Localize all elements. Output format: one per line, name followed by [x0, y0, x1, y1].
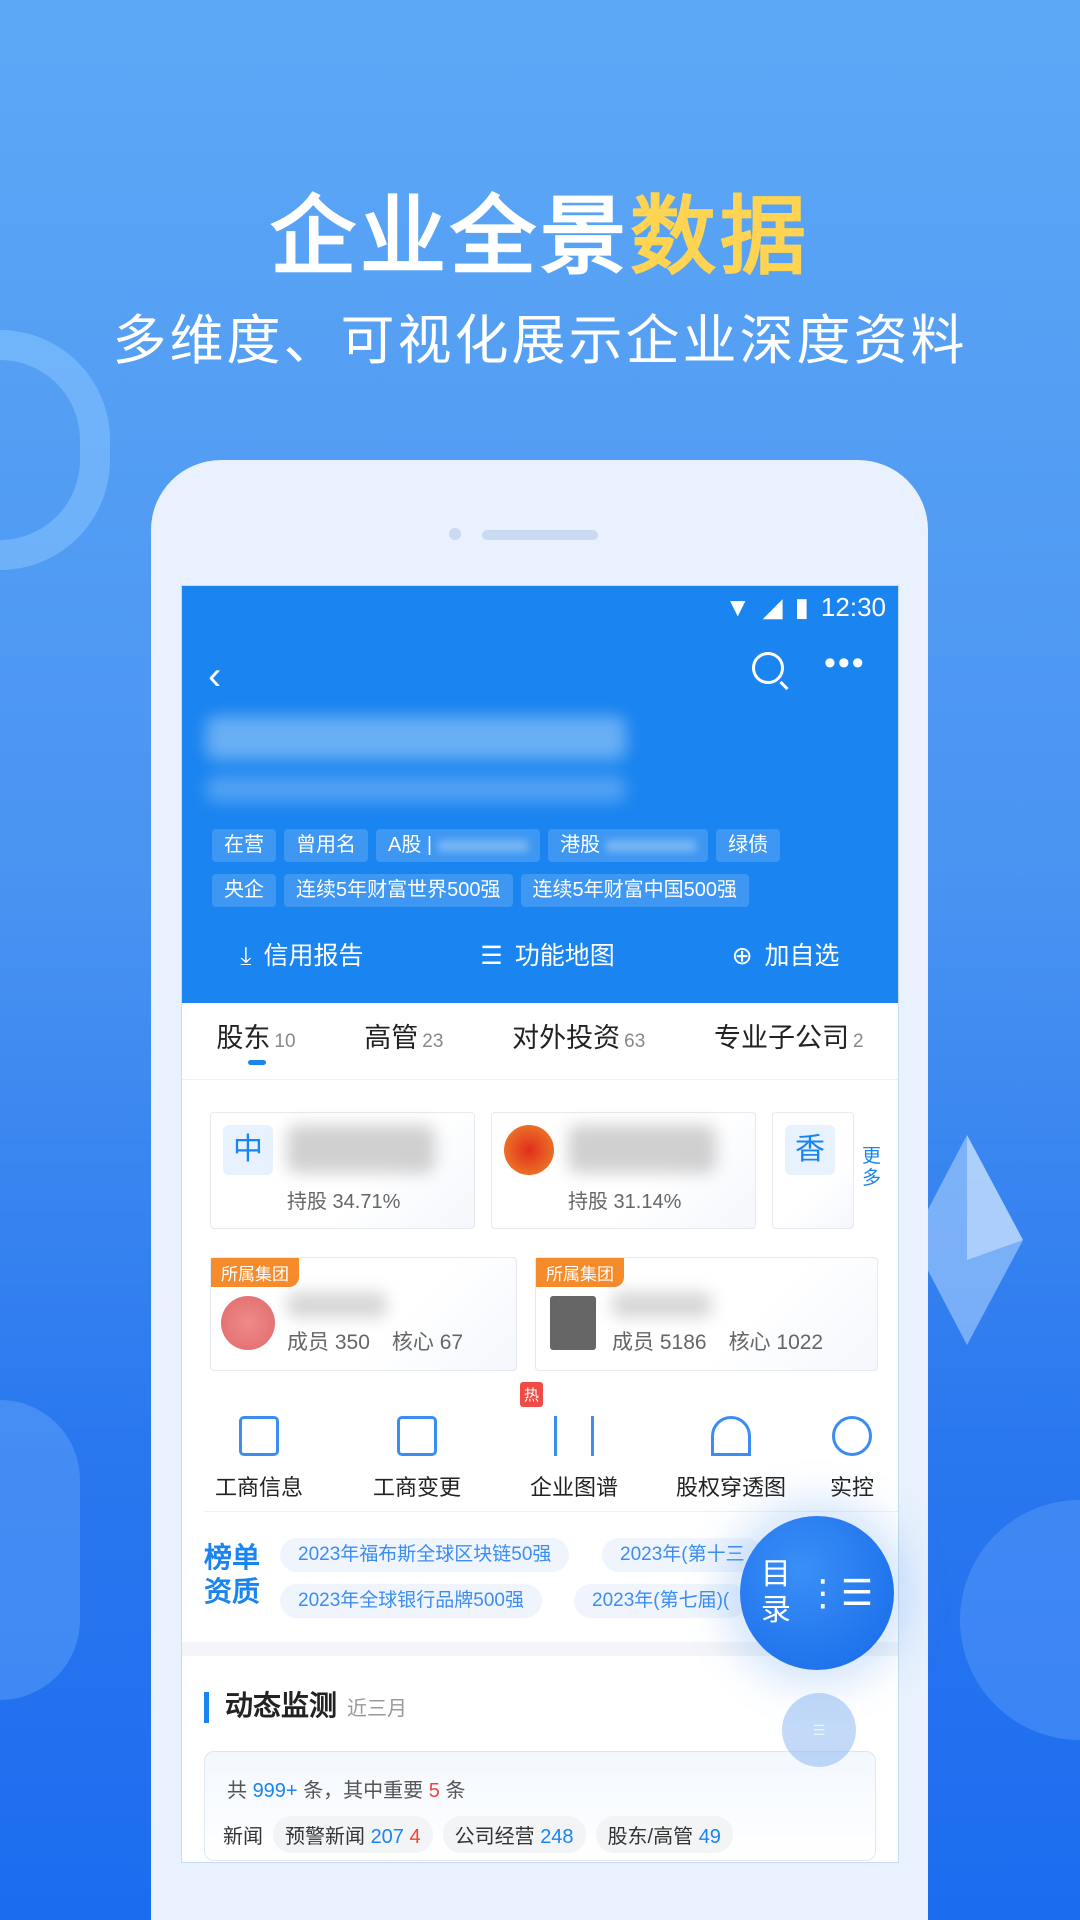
phone-camera [449, 528, 461, 540]
share-percent: 持股 31.14% [568, 1191, 682, 1213]
function-controller[interactable]: 实控 [808, 1416, 896, 1502]
rankings-title: 榜单资质 [204, 1542, 261, 1607]
news-shareholder-pill[interactable]: 股东/高管 49 [595, 1816, 733, 1853]
shareholder-logo: 中 [223, 1125, 273, 1175]
wifi-icon: ▼ [724, 592, 751, 622]
back-button[interactable]: ‹ [208, 654, 221, 699]
active-tab-indicator [248, 1060, 266, 1065]
divider [182, 1079, 898, 1080]
phone-speaker [482, 530, 598, 540]
tag-row: 在营 曾用名 A股 | 港股 绿债 [212, 829, 882, 862]
group-logo [550, 1296, 596, 1350]
tag-fortune-global[interactable]: 连续5年财富世界500强 [284, 874, 513, 907]
group-card[interactable]: 所属集团 成员 350 核心 67 [210, 1257, 517, 1371]
news-label: 新闻 [223, 1826, 263, 1848]
business-change-icon [397, 1416, 437, 1456]
catalog-fab-ghost: ☰ [782, 1693, 856, 1767]
hero-title: 企业全景数据 [270, 189, 810, 285]
divider [204, 1511, 898, 1512]
shareholder-card[interactable]: 持股 31.14% [491, 1112, 756, 1229]
shareholder-logo: 香 [785, 1125, 835, 1175]
tag-green-bond[interactable]: 绿债 [716, 829, 781, 862]
tag-hk-share[interactable]: 港股 [548, 829, 709, 862]
catalog-label: 目录 [760, 1558, 791, 1627]
app-screen: ▼ ◢ ▮ 12:30 ‹ ••• 在营 曾用名 A股 | 港股 绿债 央企 连… [181, 585, 899, 1863]
group-name-blurred [612, 1292, 712, 1318]
group-stats: 成员 350 核心 67 [287, 1331, 464, 1354]
more-icon[interactable]: ••• [824, 644, 866, 683]
function-map-button[interactable]: ☰ 功能地图 [480, 936, 614, 972]
group-name-blurred [287, 1292, 387, 1318]
shareholder-emblem [504, 1125, 554, 1175]
tab-shareholders[interactable]: 股东 10 [216, 1016, 295, 1055]
status-bar: ▼ ◢ ▮ 12:30 [725, 592, 886, 623]
ranking-chip[interactable]: 2023年(第十三 [602, 1538, 763, 1572]
tab-executives[interactable]: 高管 23 [364, 1016, 443, 1055]
company-header: ▼ ◢ ▮ 12:30 ‹ ••• 在营 曾用名 A股 | 港股 绿债 央企 连… [182, 586, 898, 1003]
function-equity-tree[interactable]: 股权穿透图 [666, 1416, 796, 1502]
add-watchlist-button[interactable]: ⊕ 加自选 [732, 936, 840, 972]
group-badge: 所属集团 [211, 1258, 299, 1287]
monitor-summary: 共 999+ 条，其中重要 5 条 [227, 1780, 466, 1802]
tag-fortune-china[interactable]: 连续5年财富中国500强 [520, 874, 749, 907]
monitor-title: 动态监测 近三月 [204, 1692, 407, 1723]
signal-icon: ◢ [762, 592, 783, 622]
group-card[interactable]: 所属集团 成员 5186 核心 1022 [535, 1257, 878, 1371]
graph-icon [554, 1416, 594, 1456]
tag-former-name[interactable]: 曾用名 [284, 829, 368, 862]
news-operation-pill[interactable]: 公司经营 248 [442, 1816, 586, 1853]
tag-status[interactable]: 在营 [212, 829, 276, 862]
ranking-chip[interactable]: 2023年全球银行品牌500强 [280, 1584, 542, 1618]
ranking-chip[interactable]: 2023年(第七届)( [574, 1584, 748, 1618]
catalog-fab[interactable]: 目录 ⋮☰ [740, 1516, 894, 1670]
download-icon: ⤓ [240, 942, 252, 970]
group-stats: 成员 5186 核心 1022 [612, 1331, 824, 1354]
header-actions: ⤓ 信用报告 ☰ 功能地图 ⊕ 加自选 [182, 936, 898, 972]
tag-row: 央企 连续5年财富世界500强 连续5年财富中国500强 [212, 874, 882, 907]
tab-investments[interactable]: 对外投资 63 [512, 1016, 645, 1055]
shareholder-name-blurred [287, 1125, 435, 1173]
catalog-list-icon: ⋮☰ [804, 1572, 874, 1613]
search-icon[interactable] [752, 652, 784, 684]
status-time: 12:30 [820, 592, 886, 622]
function-business-change[interactable]: 工商变更 [352, 1416, 482, 1502]
hot-badge: 热 [520, 1382, 544, 1407]
equity-tree-icon [711, 1416, 751, 1456]
plus-circle-icon: ⊕ [731, 942, 753, 970]
hero-subtitle: 多维度、可视化展示企业深度资料 [112, 311, 968, 371]
list-icon: ☰ [480, 942, 503, 970]
function-enterprise-graph[interactable]: 企业图谱 [509, 1416, 639, 1502]
share-percent: 持股 34.71% [287, 1191, 401, 1213]
group-badge: 所属集团 [536, 1258, 624, 1287]
decor-circle [0, 1400, 80, 1700]
company-info-blurred [206, 776, 626, 802]
controller-icon [832, 1416, 872, 1456]
decor-circle [960, 1500, 1080, 1740]
company-name-blurred [206, 716, 626, 760]
credit-report-button[interactable]: ⤓ 信用报告 [240, 936, 363, 972]
shareholder-card[interactable]: 中 持股 34.71% [210, 1112, 475, 1229]
tab-bar: 股东 10 高管 23 对外投资 63 专业子公司 2 [182, 1016, 898, 1055]
battery-icon: ▮ [794, 592, 809, 622]
news-alert-pill[interactable]: 预警新闻 207 4 [273, 1816, 433, 1853]
news-row: 新闻 预警新闻 207 4 公司经营 248 股东/高管 49 [223, 1816, 863, 1853]
tab-subsidiaries[interactable]: 专业子公司 2 [714, 1016, 864, 1055]
ranking-chip[interactable]: 2023年福布斯全球区块链50强 [280, 1538, 570, 1572]
function-business-info[interactable]: 工商信息 [194, 1416, 324, 1502]
shareholder-card[interactable]: 香 [772, 1112, 854, 1229]
monitor-card: 共 999+ 条，其中重要 5 条 新闻 预警新闻 207 4 公司经营 248… [204, 1751, 876, 1861]
tag-soe[interactable]: 央企 [212, 874, 276, 907]
group-logo [221, 1296, 275, 1350]
tag-a-share[interactable]: A股 | [376, 829, 541, 862]
business-info-icon [239, 1416, 279, 1456]
more-shareholders-link[interactable]: 更多 [862, 1146, 882, 1190]
shareholder-name-blurred [568, 1125, 716, 1173]
